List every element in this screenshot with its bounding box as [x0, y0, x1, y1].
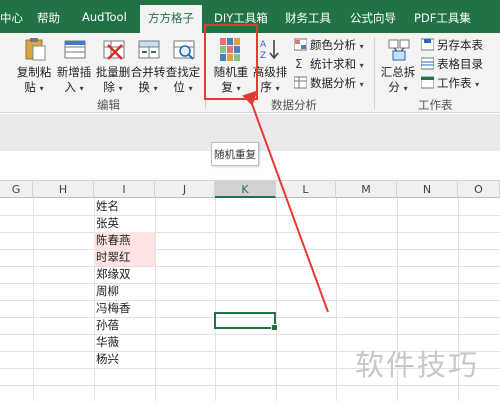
- annotation-arrow: [242, 90, 329, 313]
- watermark: 软件技巧: [355, 348, 480, 382]
